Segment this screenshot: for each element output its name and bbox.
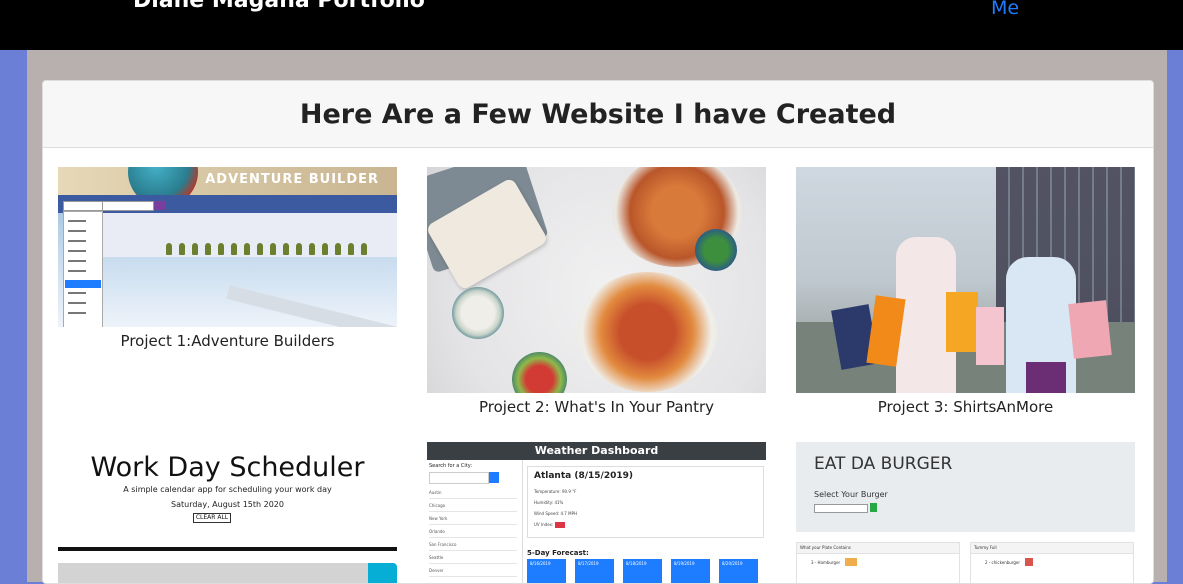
weather-sidebar: Search for a City: Austin Chicago New Yo…	[427, 460, 523, 583]
fries-plate-2-image	[577, 272, 717, 392]
scheduler-date: Saturday, August 15th 2020	[171, 500, 284, 509]
burger-title: EAT DA BURGER	[814, 454, 953, 474]
person-figure	[270, 243, 276, 255]
project-1-caption[interactable]: Project 1:Adventure Builders	[58, 332, 397, 350]
person-figure	[218, 243, 224, 255]
tummy-column-header: Tummy Full	[971, 543, 1133, 554]
month-list	[63, 211, 103, 327]
brand-title[interactable]: Diane Magana Portfolio	[133, 0, 425, 13]
project-1: ADVENTURE BUILDER Project 1:Adventure Bu…	[58, 167, 397, 367]
search-label: Search for a City:	[429, 463, 473, 469]
search-icon	[489, 472, 499, 483]
weather-header: Weather Dashboard	[427, 442, 766, 460]
salsa-bowl-image	[695, 229, 737, 271]
thumb-logo: ADVENTURE BUILDER	[205, 172, 379, 187]
person-figure	[192, 243, 198, 255]
city-item: Denver	[429, 565, 517, 577]
time-block-row	[58, 563, 368, 583]
projects-card: Here Are a Few Website I have Created AD…	[42, 80, 1154, 584]
shopping-bag-image	[1026, 362, 1066, 393]
project-4: Work Day Scheduler A simple calendar app…	[58, 442, 397, 583]
person-figure	[257, 243, 263, 255]
city-search-input	[429, 472, 489, 484]
city-item: San Francisco	[429, 539, 517, 551]
person-figure	[296, 243, 302, 255]
project-2-thumbnail[interactable]	[427, 167, 766, 393]
card-title: Here Are a Few Website I have Created	[299, 98, 897, 130]
project-3-caption[interactable]: Project 3: ShirtsAnMore	[796, 398, 1135, 416]
tummy-item: 2 - chickenburger	[985, 560, 1021, 565]
forecast-card: 8/18/2019	[623, 559, 662, 583]
humidity-line: Humidity: 41%	[534, 500, 564, 505]
forecast-card: 8/20/2019	[719, 559, 758, 583]
city-item: Seattle	[429, 552, 517, 564]
person-figure	[166, 243, 172, 255]
forecast-date: 8/16/2019	[530, 561, 551, 566]
person-figure	[335, 243, 341, 255]
devour-button	[845, 558, 857, 566]
person-figure	[322, 243, 328, 255]
project-1-thumbnail[interactable]: ADVENTURE BUILDER	[58, 167, 397, 327]
forecast-card: 8/19/2019	[671, 559, 710, 583]
project-6: EAT DA BURGER Select Your Burger What yo…	[796, 442, 1135, 583]
person-figure	[179, 243, 185, 255]
forecast-date: 8/17/2019	[578, 561, 599, 566]
city-item: Chicago	[429, 500, 517, 512]
shopping-bag-image	[1068, 300, 1112, 359]
project-3: Project 3: ShirtsAnMore	[796, 167, 1135, 417]
person-figure	[244, 243, 250, 255]
project-5-thumbnail[interactable]: Weather Dashboard Search for a City: Aus…	[427, 442, 766, 583]
project-5: Weather Dashboard Search for a City: Aus…	[427, 442, 766, 583]
uv-line: UV Index:	[534, 522, 554, 527]
project-6-thumbnail[interactable]: EAT DA BURGER Select Your Burger What yo…	[796, 442, 1135, 583]
divider	[58, 547, 397, 551]
save-icon	[368, 563, 397, 583]
current-weather-panel: Atlanta (8/15/2019) Temperature: 90.9 °F…	[527, 466, 764, 538]
current-city: Atlanta (8/15/2019)	[534, 471, 633, 481]
city-item: New York	[429, 513, 517, 525]
uv-badge	[555, 522, 565, 528]
city-input	[102, 201, 154, 211]
clear-all-button: CLEAR ALL	[193, 513, 231, 523]
shopping-bag-image	[946, 292, 978, 352]
wind-line: Wind Speed: 4.7 MPH	[534, 511, 577, 516]
forecast-card: 8/17/2019	[575, 559, 614, 583]
city-item: Orlando	[429, 526, 517, 538]
forecast-date: 8/18/2019	[626, 561, 647, 566]
top-navbar: Diane Magana Portfolio Me	[0, 0, 1183, 50]
scheduler-title: Work Day Scheduler	[90, 452, 365, 483]
person-figure	[309, 243, 315, 255]
tummy-column: Tummy Full 2 - chickenburger	[970, 542, 1134, 583]
forecast-card: 8/16/2019	[527, 559, 566, 583]
plate-column-header: What your Plate Contains	[797, 543, 959, 554]
person-figure	[283, 243, 289, 255]
submit-button	[870, 503, 877, 512]
person-figure	[348, 243, 354, 255]
nav-link-contact-me[interactable]: Me	[991, 0, 1019, 19]
forecast-title: 5-Day Forecast:	[527, 549, 589, 557]
city-item: Austin	[429, 487, 517, 499]
month-dropdown	[63, 201, 103, 211]
plate-column: What your Plate Contains 3 - Hamburger	[796, 542, 960, 583]
shopping-bag-image	[976, 307, 1004, 365]
delete-button	[1025, 558, 1033, 566]
project-2-caption[interactable]: Project 2: What's In Your Pantry	[427, 398, 766, 416]
project-2: Project 2: What's In Your Pantry	[427, 167, 766, 417]
forecast-date: 8/19/2019	[674, 561, 695, 566]
person-figure	[231, 243, 237, 255]
burger-label: Select Your Burger	[814, 490, 888, 499]
selected-month	[65, 280, 101, 288]
plate-item: 3 - Hamburger	[811, 560, 841, 565]
temperature-line: Temperature: 90.9 °F	[534, 489, 577, 494]
forecast-date: 8/20/2019	[722, 561, 743, 566]
burger-select	[814, 504, 868, 513]
dip-bowl-image	[452, 287, 504, 339]
scheduler-subtitle: A simple calendar app for scheduling you…	[123, 485, 332, 494]
project-3-thumbnail[interactable]	[796, 167, 1135, 393]
go-button	[154, 201, 166, 210]
person-figure	[361, 243, 367, 255]
project-4-thumbnail[interactable]: Work Day Scheduler A simple calendar app…	[58, 442, 397, 583]
person-figure	[205, 243, 211, 255]
card-header: Here Are a Few Website I have Created	[43, 81, 1153, 148]
